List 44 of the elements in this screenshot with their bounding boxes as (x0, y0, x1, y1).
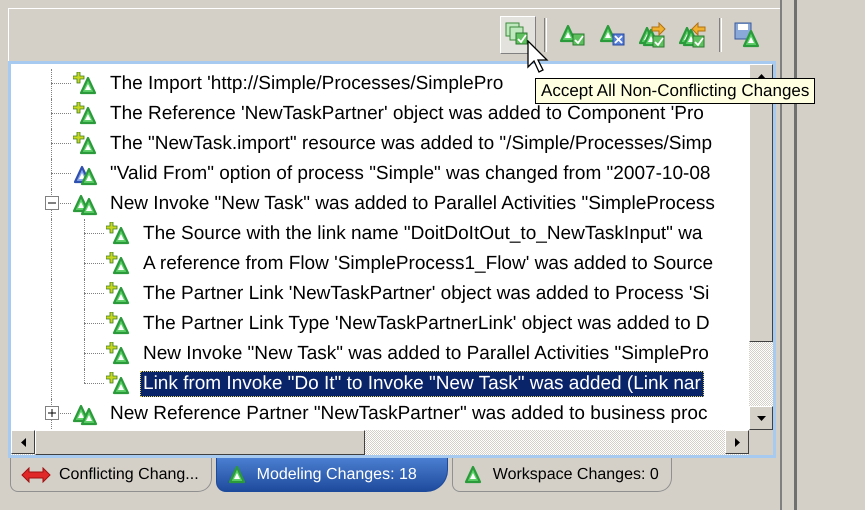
triangle-plus-icon (106, 252, 132, 276)
tab[interactable]: Modeling Changes: 18 (216, 458, 448, 492)
tree-item[interactable]: The Import 'http://Simple/Processes/SimplePro (107, 71, 506, 97)
save-icon (734, 22, 762, 48)
triangle-plus-icon (106, 282, 132, 306)
expand-icon[interactable] (45, 406, 59, 420)
tab[interactable]: Workspace Changes: 0 (452, 458, 672, 492)
triangles-icon (73, 192, 99, 216)
tab[interactable]: Conflicting Chang... (10, 458, 212, 492)
triangle-plus-icon (106, 312, 132, 336)
scroll-left-button[interactable] (11, 430, 35, 454)
arrow-left-icon (20, 438, 26, 446)
collapse-icon[interactable] (45, 196, 59, 210)
triangle-cross-icon (599, 22, 627, 48)
tree-item[interactable]: The Source with the link name "DoitDoItOut_to_NewTaskInput" wa (140, 221, 706, 247)
triangle-plus-icon (73, 72, 99, 96)
tooltip: Accept All Non-Conflicting Changes (535, 78, 816, 104)
triangle-plus-icon (106, 342, 132, 366)
tree-item[interactable]: The Partner Link 'NewTaskPartner' object was added to Process 'Si (140, 281, 712, 307)
tree-item[interactable]: "Valid From" option of process "Simple" was changed from "2007-10-08 (107, 161, 714, 187)
tree-item[interactable]: New Reference Partner "NewTaskPartner" was added to business proc (107, 401, 710, 427)
tree-item[interactable]: A reference from Flow 'SimpleProcess1_Flow' was added to Source (140, 251, 716, 277)
arrow-right-icon (734, 438, 740, 446)
tree-item[interactable]: New Invoke "New Task" was added to Parallel Activities "SimpleProcess (107, 191, 718, 217)
triangle-plus-icon (73, 132, 99, 156)
tree-item[interactable]: Link from Invoke "Do It" to Invoke "New Task" was added (Link nar (140, 371, 704, 397)
triangle-plus-icon (106, 372, 132, 396)
tree-item[interactable]: The Reference 'NewTaskPartner' object was added to Component 'Pro (107, 101, 707, 127)
triangle-check-icon (559, 22, 587, 48)
double-arrow-icon (21, 466, 51, 482)
toolbar-button[interactable] (500, 16, 536, 54)
tree-item[interactable]: The "NewTask.import" resource was added to "/Simple/Processes/Simp (107, 131, 716, 157)
triangle-arrow-icon (639, 22, 667, 48)
triangles-icon (73, 402, 99, 426)
scrollbar-thumb[interactable] (35, 430, 365, 455)
triangle-plus-icon (106, 222, 132, 246)
triangle-plus-icon (73, 102, 99, 126)
tree-item[interactable]: The Partner Link Type 'NewTaskPartnerLink' object was added to D (140, 311, 713, 337)
tree-item[interactable]: New Invoke "New Task" was added to Parallel Activities "SimplePro (140, 341, 712, 367)
arrow-down-icon (756, 416, 766, 420)
scroll-down-button[interactable] (749, 406, 773, 430)
scrollbar-corner (749, 430, 773, 455)
triangle-arrow-icon (679, 22, 707, 48)
scroll-right-button[interactable] (725, 430, 749, 454)
